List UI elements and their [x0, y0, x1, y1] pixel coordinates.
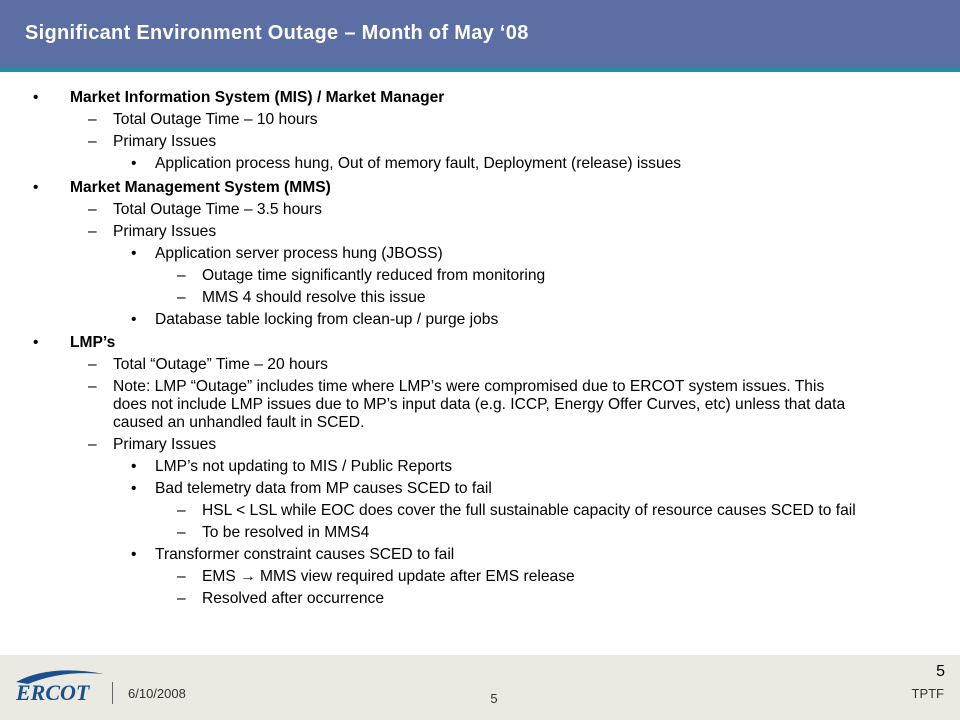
bullet-marker: • [131, 244, 137, 262]
bullet-level-3: • Application process hung, Out of memory… [0, 155, 960, 173]
bullet-level-4: – Resolved after occurrence [0, 590, 960, 608]
footer-organization: TPTF [911, 686, 945, 701]
bullet-text: To be resolved in MMS4 [202, 524, 370, 541]
bullet-text: Market Information System (MIS) / Market… [70, 89, 445, 106]
bullet-list: • Market Information System (MIS) / Marke… [0, 89, 960, 608]
bullet-text: Primary Issues [113, 436, 217, 453]
footer-separator [112, 682, 113, 704]
footer-page-number: 5 [490, 691, 498, 706]
slide-number: 5 [936, 663, 945, 680]
bullet-level-4: – Outage time significantly reduced from … [0, 267, 960, 285]
bullet-level-2: – Note: LMP “Outage” includes time where … [0, 378, 960, 432]
bullet-level-3: • Application server process hung (JBOSS) [0, 245, 960, 263]
bullet-text: Bad telemetry data from MP causes SCED t… [155, 480, 492, 497]
bullet-text: Application server process hung (JBOSS) [155, 244, 443, 262]
bullet-level-2: – Total Outage Time – 10 hours [0, 111, 960, 129]
bullet-text: HSL < LSL while EOC does cover the full … [202, 502, 856, 519]
bullet-level-1: • LMP’s [0, 334, 960, 352]
bullet-marker: – [177, 288, 186, 306]
slide-header: Significant Environment Outage – Month o… [0, 0, 960, 68]
bullet-text: Application process hung, Out of memory … [155, 155, 682, 172]
bullet-text: Total Outage Time – 3.5 hours [113, 200, 322, 218]
bullet-level-2: – Total “Outage” Time – 20 hours [0, 356, 960, 374]
bullet-marker: • [131, 480, 137, 497]
bullet-level-4: – HSL < LSL while EOC does cover the full… [0, 502, 960, 520]
bullet-marker: – [88, 222, 97, 240]
bullet-text: Note: LMP “Outage” includes time where L… [113, 378, 846, 431]
bullet-text: Primary Issues [113, 222, 217, 240]
bullet-marker: • [33, 178, 39, 196]
bullet-marker: • [33, 89, 39, 106]
bullet-marker: – [88, 111, 97, 128]
bullet-level-4: – To be resolved in MMS4 [0, 524, 960, 542]
bullet-marker: • [131, 155, 137, 172]
bullet-text: Primary Issues [113, 133, 217, 150]
bullet-text: MMS 4 should resolve this issue [202, 288, 426, 306]
bullet-text: EMS → MMS view required update after EMS… [202, 568, 575, 585]
bullet-marker: – [88, 378, 97, 395]
bullet-marker: – [88, 133, 97, 150]
bullet-level-1: • Market Management System (MMS) [0, 179, 960, 197]
bullet-text: LMP’s not updating to MIS / Public Repor… [155, 458, 453, 475]
bullet-marker: – [177, 568, 186, 585]
bullet-marker: • [131, 310, 137, 328]
bullet-marker: – [88, 200, 97, 218]
bullet-level-3: • LMP’s not updating to MIS / Public Repo… [0, 458, 960, 476]
bullet-level-2: – Primary Issues [0, 133, 960, 151]
bullet-marker: – [177, 590, 186, 607]
bullet-marker: – [88, 356, 97, 373]
bullet-marker: – [177, 502, 186, 519]
bullet-level-2: – Primary Issues [0, 223, 960, 241]
bullet-marker: – [88, 436, 97, 453]
ercot-logo: ERCOT [15, 670, 104, 705]
bullet-marker: – [177, 524, 186, 541]
bullet-text: Transformer constraint causes SCED to fa… [155, 546, 455, 563]
bullet-level-3: • Database table locking from clean-up / … [0, 311, 960, 329]
bullet-level-3: • Bad telemetry data from MP causes SCED … [0, 480, 960, 498]
footer-date: 6/10/2008 [128, 686, 186, 701]
header-accent-line [0, 68, 960, 72]
bullet-text: Market Management System (MMS) [70, 178, 331, 196]
bullet-text: Outage time significantly reduced from m… [202, 266, 546, 284]
bullet-text: Total Outage Time – 10 hours [113, 111, 318, 128]
bullet-marker: • [131, 458, 137, 475]
bullet-marker: • [131, 546, 137, 563]
bullet-level-4: – EMS → MMS view required update after EM… [0, 568, 960, 586]
slide-title: Significant Environment Outage – Month o… [25, 22, 529, 44]
bullet-level-2: – Total Outage Time – 3.5 hours [0, 201, 960, 219]
logo-text: ERCOT [15, 680, 91, 705]
bullet-text: Resolved after occurrence [202, 590, 385, 607]
bullet-marker: • [33, 334, 39, 351]
bullet-text: Total “Outage” Time – 20 hours [113, 356, 328, 373]
bullet-text: Database table locking from clean-up / p… [155, 310, 499, 328]
bullet-level-2: – Primary Issues [0, 436, 960, 454]
bullet-level-1: • Market Information System (MIS) / Marke… [0, 89, 960, 107]
bullet-marker: – [177, 266, 186, 284]
bullet-level-3: • Transformer constraint causes SCED to f… [0, 546, 960, 564]
bullet-text: LMP’s [70, 334, 116, 351]
bullet-level-4: – MMS 4 should resolve this issue [0, 289, 960, 307]
